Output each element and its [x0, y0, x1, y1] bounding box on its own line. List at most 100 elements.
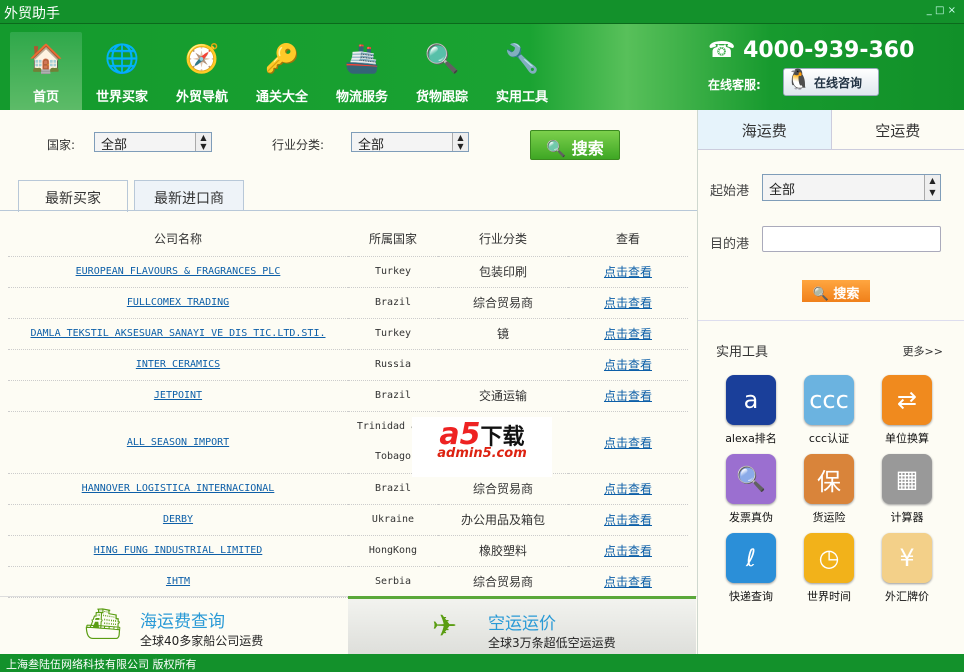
tool-icon: 保 — [804, 454, 854, 504]
tool-label: 货运险 — [812, 511, 846, 524]
freight-search-button[interactable]: 🔍 搜索 — [802, 280, 870, 302]
company-link[interactable]: HANNOVER LOGISTICA INTERNACIONAL — [82, 483, 275, 494]
tool-item[interactable]: a alexa排名 — [712, 375, 790, 446]
origin-value: 全部 — [769, 183, 796, 198]
col-company: 公司名称 — [8, 222, 348, 257]
minimize-button[interactable]: _ — [927, 5, 932, 16]
tool-label: ccc认证 — [808, 432, 850, 445]
tool-icon: ▦ — [882, 454, 932, 504]
tab-latest-importers[interactable]: 最新进口商 — [134, 180, 244, 211]
nav-item[interactable]: 🌐 世界买家 — [82, 32, 162, 110]
country-cell: Brazil — [348, 287, 438, 319]
view-link[interactable]: 点击查看 — [604, 296, 652, 310]
tool-label: 发票真伪 — [729, 511, 773, 524]
tool-item[interactable]: ◷ 世界时间 — [790, 533, 868, 604]
industry-cell: 综合贸易商 — [438, 566, 568, 598]
compass-book-icon: 🧭 — [184, 41, 220, 75]
tools-title: 实用工具 — [716, 345, 769, 360]
close-button[interactable]: × — [948, 5, 956, 16]
industry-cell: 综合贸易商 — [438, 287, 568, 319]
industry-cell: 包装印刷 — [438, 256, 568, 288]
tab-latest-buyers[interactable]: 最新买家 — [18, 180, 128, 212]
view-link[interactable]: 点击查看 — [604, 482, 652, 496]
industry-cell: 综合贸易商 — [438, 473, 568, 505]
house-icon: 🏠 — [28, 41, 64, 75]
view-link[interactable]: 点击查看 — [604, 389, 652, 403]
table-row: INTER CERAMICS Russia 点击查看 — [8, 349, 688, 381]
promo-title: 海运费查询 — [140, 612, 225, 632]
nav-item[interactable]: 🔍 货物跟踪 — [402, 32, 482, 110]
company-link[interactable]: DAMLA TEKSTIL AKSESUAR SANAYI VE DIS TIC… — [30, 328, 325, 339]
nav-item[interactable]: 🚢 物流服务 — [322, 32, 402, 110]
magnifier-icon: 🔍 — [424, 41, 460, 75]
view-link[interactable]: 点击查看 — [604, 436, 652, 450]
more-tools-link[interactable]: 更多>> — [903, 343, 943, 359]
nav-item[interactable]: 🔑 通关大全 — [242, 32, 322, 110]
tool-icon: ℓ — [726, 533, 776, 583]
tool-item[interactable]: ccc ccc认证 — [790, 375, 868, 446]
country-cell: Turkey — [348, 318, 438, 350]
tool-item[interactable]: ¥ 外汇牌价 — [868, 533, 946, 604]
promo-subtitle: 全球3万条超低空运运费 — [488, 636, 616, 650]
maximize-button[interactable]: □ — [935, 5, 944, 16]
tools-icon: 🔧 — [504, 41, 540, 75]
consult-label: 在线咨询 — [814, 76, 863, 90]
table-row: ALL SEASON IMPORTTrinidad and Tobago综合贸易… — [8, 411, 688, 474]
copyright-footer: 上海叁陆伍网络科技有限公司 版权所有 — [0, 654, 964, 672]
tab-sea-freight[interactable]: 海运费 — [698, 110, 832, 149]
tool-item[interactable]: ⇄ 单位换算 — [868, 375, 946, 446]
company-link[interactable]: JETPOINT — [154, 390, 202, 401]
view-link[interactable]: 点击查看 — [604, 513, 652, 527]
tool-icon: ccc — [804, 375, 854, 425]
country-cell: Serbia — [348, 566, 438, 598]
tool-item[interactable]: 🔍 发票真伪 — [712, 454, 790, 525]
company-link[interactable]: HING FUNG INDUSTRIAL LIMITED — [94, 545, 263, 556]
dest-port-input[interactable] — [762, 226, 941, 252]
view-link[interactable]: 点击查看 — [604, 265, 652, 279]
nav-item[interactable]: 🧭 外贸导航 — [162, 32, 242, 110]
phone-number: ☎ 4000-939-360 — [708, 38, 915, 63]
tab-air-freight[interactable]: 空运费 — [832, 110, 964, 149]
company-link[interactable]: ALL SEASON IMPORT — [127, 437, 229, 448]
buyers-table: 公司名称 所属国家 行业分类 查看 EUROPEAN FLAVOURS & FR… — [8, 222, 688, 598]
sea-freight-promo[interactable]: ⛴ 海运费查询 全球40多家船公司运费 — [0, 597, 348, 655]
tool-item[interactable]: ▦ 计算器 — [868, 454, 946, 525]
view-link[interactable]: 点击查看 — [604, 544, 652, 558]
company-link[interactable]: EUROPEAN FLAVOURS & FRAGRANCES PLC — [76, 266, 281, 277]
country-cell: Turkey — [348, 256, 438, 288]
table-row: DAMLA TEKSTIL AKSESUAR SANAYI VE DIS TIC… — [8, 318, 688, 350]
view-link[interactable]: 点击查看 — [604, 575, 652, 589]
tool-item[interactable]: ℓ 快递查询 — [712, 533, 790, 604]
table-row: HING FUNG INDUSTRIAL LIMITED HongKong 橡胶塑料… — [8, 535, 688, 567]
nav-label: 物流服务 — [335, 90, 388, 105]
tool-label: 快递查询 — [729, 590, 773, 603]
globe-icon: 🌐 — [104, 41, 140, 75]
table-row: FULLCOMEX TRADING Brazil 综合贸易商 点击查看 — [8, 287, 688, 319]
buyer-panel: 国家: 全部 ▲ ▼ 行业分类: 全部 ▲ ▼ 🔍 搜索 最新买家 最新进口商 公司名称… — [0, 110, 697, 598]
industry-cell — [438, 349, 568, 381]
air-freight-promo[interactable]: ✈ 空运运价 全球3万条超低空运运费 — [348, 596, 696, 654]
company-link[interactable]: FULLCOMEX TRADING — [127, 297, 229, 308]
tool-icon: ⇄ — [882, 375, 932, 425]
ship-icon: 🚢 — [344, 41, 380, 75]
view-link[interactable]: 点击查看 — [604, 358, 652, 372]
view-link[interactable]: 点击查看 — [604, 327, 652, 341]
search-button[interactable]: 🔍 搜索 — [530, 130, 620, 160]
company-link[interactable]: DERBY — [163, 514, 193, 525]
nav-label: 首页 — [32, 90, 59, 105]
nav-item[interactable]: 🔧 实用工具 — [482, 32, 562, 110]
nav-label: 通关大全 — [255, 90, 308, 105]
country-cell: Brazil — [348, 473, 438, 505]
table-row: EUROPEAN FLAVOURS & FRAGRANCES PLC Turkey… — [8, 256, 688, 288]
company-link[interactable]: IHTM — [166, 576, 190, 587]
nav-item[interactable]: 🏠 首页 — [10, 32, 82, 110]
online-consult-button[interactable]: 🐧 在线咨询 — [783, 67, 879, 96]
industry-select[interactable]: 全部 ▲ ▼ — [351, 132, 469, 153]
origin-port-select[interactable]: 全部 ▲ ▼ — [762, 174, 941, 201]
tool-item[interactable]: 保货运险 — [790, 454, 868, 525]
country-select[interactable]: 全部 ▲ ▼ — [94, 132, 212, 153]
keys-icon: 🔑 — [264, 41, 300, 75]
service-label: 在线客服: — [708, 78, 761, 92]
table-row: HANNOVER LOGISTICA INTERNACIONAL Brazil 综合… — [8, 473, 688, 505]
company-link[interactable]: INTER CERAMICS — [136, 359, 220, 370]
